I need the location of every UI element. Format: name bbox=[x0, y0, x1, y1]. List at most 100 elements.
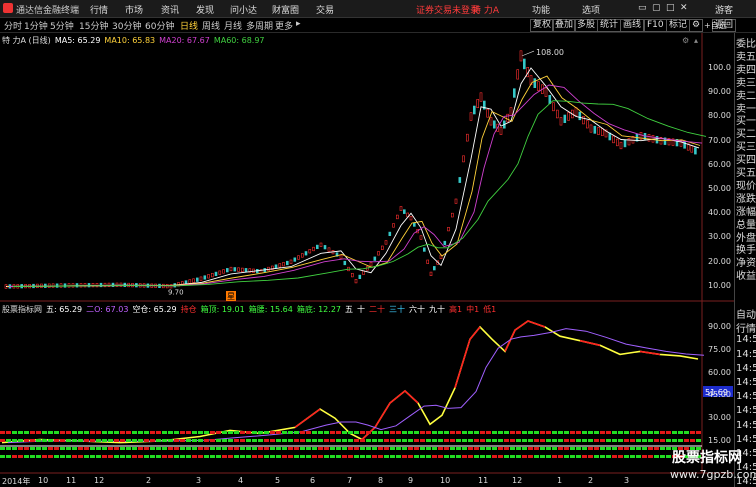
box-band-cell bbox=[300, 431, 305, 434]
tab-60min[interactable]: 60分钟 bbox=[145, 19, 174, 32]
settings-icon[interactable]: ⚙ bbox=[689, 19, 704, 32]
menu-item-discover[interactable]: 发现 bbox=[196, 3, 214, 16]
box-band-cell bbox=[348, 455, 353, 458]
box-band-cell bbox=[222, 447, 227, 450]
minimize-icon[interactable]: ▭ bbox=[638, 3, 647, 13]
box-band-cell bbox=[174, 455, 179, 458]
box-band-cell bbox=[228, 447, 233, 450]
box-band-cell bbox=[612, 439, 617, 442]
tab-daily[interactable]: 日线 bbox=[180, 19, 198, 32]
box-band-cell bbox=[108, 439, 113, 442]
box-band-cell bbox=[156, 447, 161, 450]
box-band-cell bbox=[402, 455, 407, 458]
box-band-cell bbox=[186, 439, 191, 442]
tab-30min[interactable]: 30分钟 bbox=[112, 19, 141, 32]
box-band-cell bbox=[216, 431, 221, 434]
tab-multi[interactable]: 多周期 bbox=[246, 19, 273, 32]
box-band-cell bbox=[438, 447, 443, 450]
f10-button[interactable]: F10 bbox=[644, 19, 667, 32]
watermark-title: 股票指标网 bbox=[672, 450, 742, 466]
menu-item-wealth[interactable]: 财富圈 bbox=[272, 3, 299, 16]
bottom-axis-tick-2: 60.00 bbox=[708, 367, 731, 377]
box-band-cell bbox=[600, 447, 605, 450]
box-band-cell bbox=[606, 439, 611, 442]
box-band-cell bbox=[306, 439, 311, 442]
box-band-cell bbox=[78, 431, 83, 434]
fuquan-button[interactable]: 复权 bbox=[530, 19, 555, 32]
candle bbox=[222, 269, 225, 274]
box-band-cell bbox=[174, 439, 179, 442]
login-status[interactable]: 证券交易未登录 bbox=[416, 3, 479, 16]
candle bbox=[59, 283, 63, 288]
candle bbox=[354, 279, 358, 284]
box-band-cell bbox=[642, 439, 647, 442]
box-band-cell bbox=[6, 455, 11, 458]
box-band-cell bbox=[342, 447, 347, 450]
box-band-cell bbox=[276, 439, 281, 442]
box-band-cell bbox=[216, 447, 221, 450]
app-title: 通达信金融终端 bbox=[16, 6, 80, 16]
menu-item-market[interactable]: 市场 bbox=[125, 3, 143, 16]
top-axis-tick-5: 50.00 bbox=[708, 184, 731, 193]
box-band-cell bbox=[114, 447, 119, 450]
box-band-cell bbox=[570, 439, 575, 442]
box-band-cell bbox=[354, 431, 359, 434]
box-band-cell bbox=[234, 447, 239, 450]
stats-button[interactable]: 统计 bbox=[597, 19, 622, 32]
box-band-cell bbox=[600, 455, 605, 458]
draw-line-button[interactable]: 画线 bbox=[620, 19, 645, 32]
box-band-cell bbox=[522, 431, 527, 434]
box-band-cell bbox=[582, 439, 587, 442]
bottom-axis-tick-1: 75.00 bbox=[708, 344, 731, 354]
box-band-cell bbox=[558, 455, 563, 458]
box-band-cell bbox=[522, 455, 527, 458]
box-band-cell bbox=[390, 431, 395, 434]
maximize-icon[interactable]: □ bbox=[666, 3, 675, 13]
box-band-cell bbox=[54, 455, 59, 458]
box-band-cell bbox=[216, 439, 221, 442]
box-band-cell bbox=[576, 431, 581, 434]
tab-5min[interactable]: 5分钟 bbox=[50, 19, 74, 32]
box-band-cell bbox=[498, 447, 503, 450]
menu-item-ask[interactable]: 问小达 bbox=[230, 3, 257, 16]
box-band-cell bbox=[252, 455, 257, 458]
menu-item-trade[interactable]: 交易 bbox=[316, 3, 334, 16]
box-band-cell bbox=[204, 431, 209, 434]
menu-item-function[interactable]: 功能 bbox=[532, 3, 550, 16]
box-band-cell bbox=[210, 431, 215, 434]
top-axis-tick-6: 40.00 bbox=[708, 208, 731, 218]
box-band-cell bbox=[630, 431, 635, 434]
box-band-cell bbox=[618, 439, 623, 442]
chevron-right-icon[interactable]: ▸ bbox=[296, 19, 301, 29]
box-band-cell bbox=[444, 447, 449, 450]
tab-15min[interactable]: 15分钟 bbox=[79, 19, 108, 32]
kline-chart[interactable]: 108.009.70 星51.69 bbox=[0, 33, 734, 487]
tab-more[interactable]: 更多 bbox=[275, 19, 293, 32]
menu-item-news[interactable]: 资讯 bbox=[161, 3, 179, 16]
tab-monthly[interactable]: 月线 bbox=[224, 19, 242, 32]
tab-weekly[interactable]: 周线 bbox=[202, 19, 220, 32]
box-band-cell bbox=[666, 439, 671, 442]
window-icon[interactable]: ▢ bbox=[652, 3, 661, 13]
candle bbox=[409, 216, 413, 221]
menu-item-hq[interactable]: 行情 bbox=[90, 3, 108, 16]
box-band-cell bbox=[12, 439, 17, 442]
multi-stock-button[interactable]: 多股 bbox=[574, 19, 599, 32]
box-band-cell bbox=[438, 455, 443, 458]
box-band-cell bbox=[624, 439, 629, 442]
menu-item-options[interactable]: 选项 bbox=[582, 3, 600, 16]
tab-1min[interactable]: 1分钟 bbox=[24, 19, 48, 32]
box-band-cell bbox=[534, 439, 539, 442]
box-band-cell bbox=[60, 455, 65, 458]
box-band-cell bbox=[666, 447, 671, 450]
close-icon[interactable]: ✕ bbox=[680, 3, 688, 13]
overlay-button[interactable]: 叠加 bbox=[552, 19, 577, 32]
tab-fenshi[interactable]: 分时 bbox=[4, 19, 22, 32]
add-watchlist-button[interactable]: +自选 bbox=[704, 20, 727, 31]
box-band-cell bbox=[582, 455, 587, 458]
user-mode[interactable]: 游客 bbox=[715, 3, 733, 16]
candle bbox=[91, 283, 95, 288]
box-band-cell bbox=[234, 431, 239, 434]
box-band-cell bbox=[606, 447, 611, 450]
mark-button[interactable]: 标记 bbox=[666, 19, 691, 32]
